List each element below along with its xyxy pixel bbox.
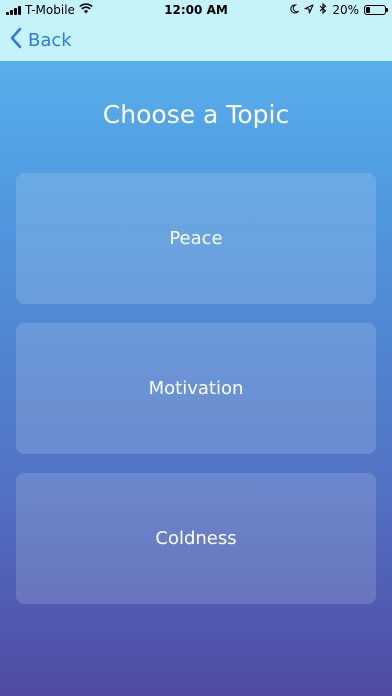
chevron-left-icon [10,27,22,54]
battery-icon [364,5,388,15]
topic-card-coldness[interactable]: Coldness [16,473,376,604]
nav-bar: Back [0,20,392,61]
page-title: Choose a Topic [102,100,290,129]
location-arrow-icon [304,3,314,17]
bluetooth-icon [319,2,327,17]
topic-label: Peace [169,228,223,249]
status-right: 20% [289,2,388,17]
header: T-Mobile 12:00 AM 20% Back [0,0,392,61]
topic-label: Coldness [155,528,237,549]
moon-icon [289,3,300,17]
back-button[interactable]: Back [10,26,72,54]
battery-level [366,7,370,13]
app-screen: T-Mobile 12:00 AM 20% Back Choose a Topi… [0,0,392,696]
back-label: Back [28,29,72,51]
topic-card-peace[interactable]: Peace [16,173,376,304]
topic-label: Motivation [148,378,244,399]
battery-percent: 20% [332,3,359,17]
status-bar: T-Mobile 12:00 AM 20% [0,0,392,20]
topic-card-motivation[interactable]: Motivation [16,323,376,454]
